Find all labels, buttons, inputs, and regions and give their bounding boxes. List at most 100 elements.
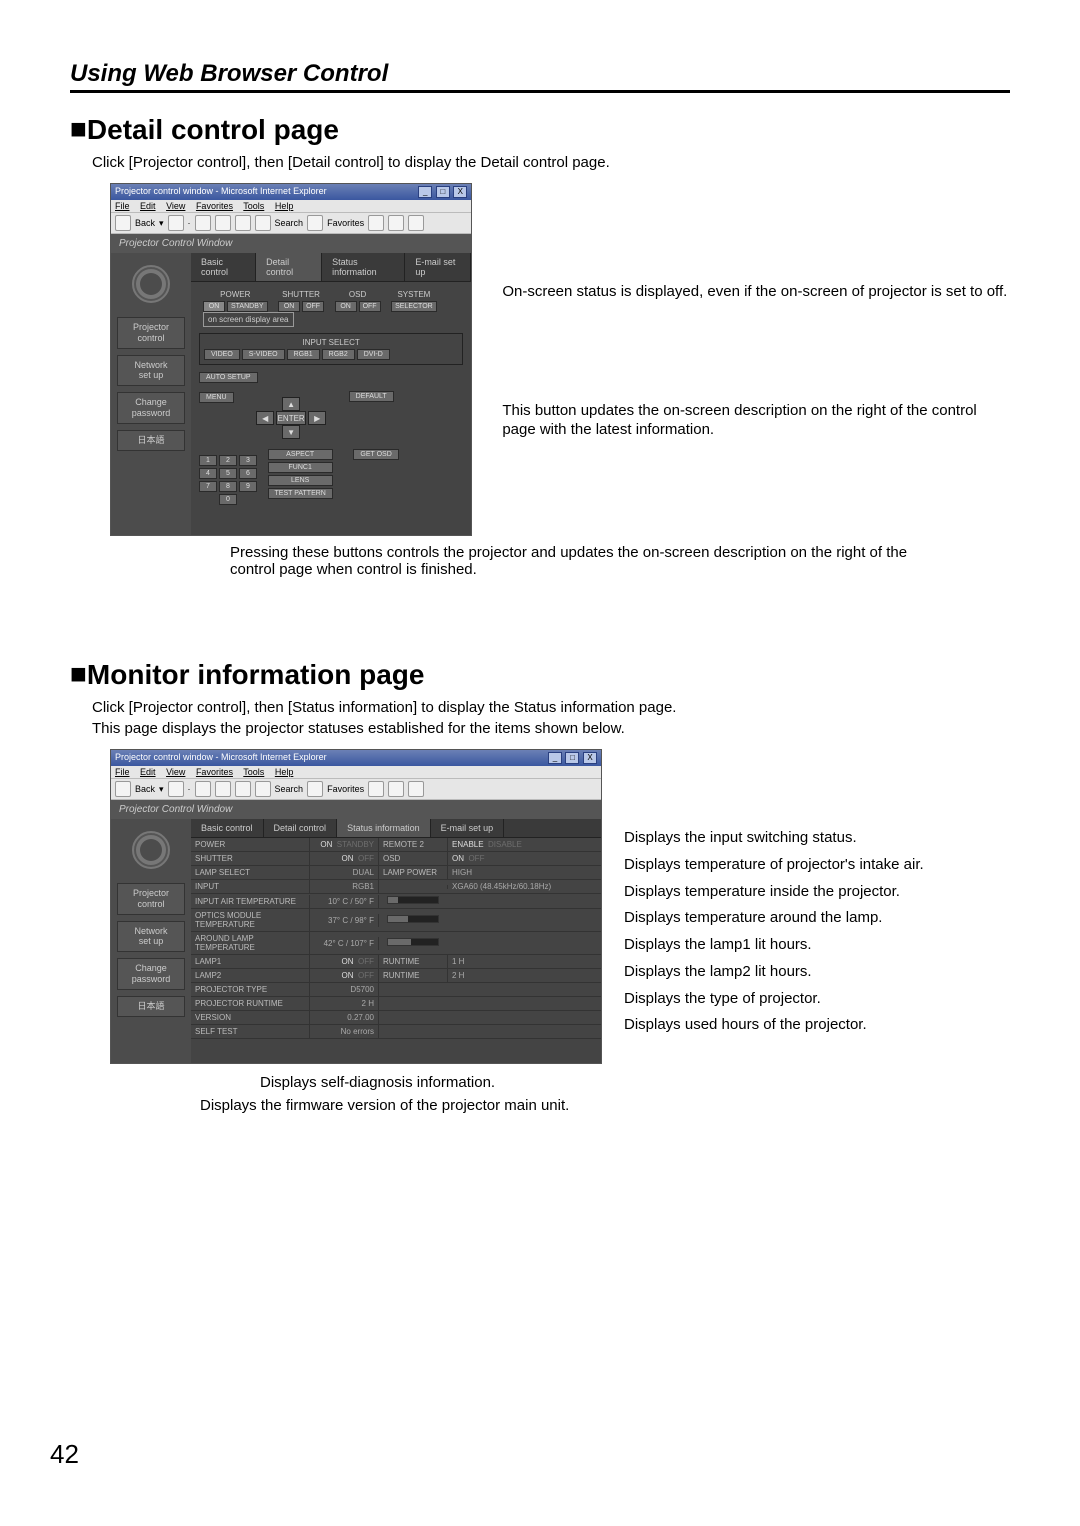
tab-email-setup[interactable]: E-mail set up [405, 253, 471, 281]
maximize-icon[interactable]: □ [436, 186, 450, 198]
back-icon[interactable] [115, 215, 131, 231]
get-osd-button[interactable]: GET OSD [353, 449, 398, 460]
osd-on-button[interactable]: ON [335, 301, 357, 312]
back-icon[interactable] [115, 781, 131, 797]
window-title: Projector control window - Microsoft Int… [115, 186, 327, 198]
favorites-icon[interactable] [307, 781, 323, 797]
menu-view[interactable]: View [166, 201, 185, 211]
shutter-off-button[interactable]: OFF [302, 301, 324, 312]
bullet-icon: ■ [70, 113, 87, 145]
num-0-button[interactable]: 0 [219, 494, 237, 505]
tab-basic-control[interactable]: Basic control [191, 253, 256, 281]
sidebar-item-japanese[interactable]: 日本語 [117, 996, 185, 1017]
input-rgb2-button[interactable]: RGB2 [322, 349, 355, 360]
auto-setup-button[interactable]: AUTO SETUP [199, 372, 258, 383]
tab-status-information[interactable]: Status information [322, 253, 405, 281]
menu-button[interactable]: MENU [199, 392, 234, 403]
input-svideo-button[interactable]: S-VIDEO [242, 349, 285, 360]
num-5-button[interactable]: 5 [219, 468, 237, 479]
minimize-icon[interactable]: _ [548, 752, 562, 764]
num-1-button[interactable]: 1 [199, 455, 217, 466]
app-title-bar: Projector Control Window [111, 800, 601, 819]
power-on-button[interactable]: ON [203, 301, 225, 312]
status-label: OPTICS MODULE TEMPERATURE [191, 909, 310, 931]
menu-help[interactable]: Help [275, 201, 294, 211]
refresh-icon[interactable] [215, 215, 231, 231]
search-icon[interactable] [255, 215, 271, 231]
menu-help[interactable]: Help [275, 767, 294, 777]
enter-button[interactable]: ENTER [276, 411, 306, 425]
mail-icon[interactable] [388, 781, 404, 797]
menu-file[interactable]: File [115, 201, 130, 211]
minimize-icon[interactable]: _ [418, 186, 432, 198]
on-screen-display-area: on screen display area [203, 312, 294, 327]
num-7-button[interactable]: 7 [199, 481, 217, 492]
input-rgb1-button[interactable]: RGB1 [287, 349, 320, 360]
print-icon[interactable] [408, 215, 424, 231]
maximize-icon[interactable]: □ [565, 752, 579, 764]
home-icon[interactable] [235, 215, 251, 231]
input-dvid-button[interactable]: DVI-D [357, 349, 390, 360]
history-icon[interactable] [368, 215, 384, 231]
num-9-button[interactable]: 9 [239, 481, 257, 492]
tab-status-information[interactable]: Status information [337, 819, 431, 837]
sidebar-item-network-setup[interactable]: Network set up [117, 355, 185, 387]
menu-tools[interactable]: Tools [243, 201, 264, 211]
home-icon[interactable] [235, 781, 251, 797]
mail-icon[interactable] [388, 215, 404, 231]
menu-file[interactable]: File [115, 767, 130, 777]
stop-icon[interactable] [195, 781, 211, 797]
refresh-icon[interactable] [215, 781, 231, 797]
sidebar-item-projector-control[interactable]: Projector control [117, 317, 185, 349]
favorites-icon[interactable] [307, 215, 323, 231]
sidebar-item-projector-control[interactable]: Projector control [117, 883, 185, 915]
tab-basic-control[interactable]: Basic control [191, 819, 264, 837]
menu-edit[interactable]: Edit [140, 767, 156, 777]
stop-icon[interactable] [195, 215, 211, 231]
num-6-button[interactable]: 6 [239, 468, 257, 479]
arrow-right-button[interactable]: ▶ [308, 411, 326, 425]
shutter-on-button[interactable]: ON [278, 301, 300, 312]
input-video-button[interactable]: VIDEO [204, 349, 240, 360]
tab-email-setup[interactable]: E-mail set up [431, 819, 505, 837]
tab-detail-control[interactable]: Detail control [264, 819, 338, 837]
arrow-up-button[interactable]: ▲ [282, 397, 300, 411]
close-icon[interactable]: X [453, 186, 467, 198]
test-pattern-button[interactable]: TEST PATTERN [268, 488, 333, 499]
window-titlebar: Projector control window - Microsoft Int… [111, 750, 601, 766]
status-value2: 1 H [448, 955, 601, 968]
lens-button[interactable]: LENS [268, 475, 333, 486]
func1-button[interactable]: FUNC1 [268, 462, 333, 473]
caption-firmware-version: Displays the firmware version of the pro… [200, 1097, 1010, 1114]
osd-off-button[interactable]: OFF [359, 301, 381, 312]
arrow-left-button[interactable]: ◀ [256, 411, 274, 425]
arrow-down-button[interactable]: ▼ [282, 425, 300, 439]
num-8-button[interactable]: 8 [219, 481, 237, 492]
close-icon[interactable]: X [583, 752, 597, 764]
history-icon[interactable] [368, 781, 384, 797]
num-3-button[interactable]: 3 [239, 455, 257, 466]
power-standby-button[interactable]: STANDBY [227, 301, 268, 312]
menu-favorites[interactable]: Favorites [196, 201, 233, 211]
forward-icon[interactable] [168, 215, 184, 231]
num-4-button[interactable]: 4 [199, 468, 217, 479]
forward-icon[interactable] [168, 781, 184, 797]
default-button[interactable]: DEFAULT [349, 391, 394, 402]
menu-view[interactable]: View [166, 767, 185, 777]
sidebar-item-japanese[interactable]: 日本語 [117, 430, 185, 451]
status-value: ON STANDBY [310, 838, 379, 851]
status-row: AROUND LAMP TEMPERATURE42° C / 107° F [191, 932, 601, 955]
callout-inside-temp: Displays temperature inside the projecto… [624, 883, 924, 902]
aspect-button[interactable]: ASPECT [268, 449, 333, 460]
menu-favorites[interactable]: Favorites [196, 767, 233, 777]
sidebar-item-change-password[interactable]: Change password [117, 392, 185, 424]
search-icon[interactable] [255, 781, 271, 797]
sidebar-item-change-password[interactable]: Change password [117, 958, 185, 990]
menu-edit[interactable]: Edit [140, 201, 156, 211]
selector-button[interactable]: SELECTOR [391, 301, 437, 312]
num-2-button[interactable]: 2 [219, 455, 237, 466]
sidebar-item-network-setup[interactable]: Network set up [117, 921, 185, 953]
tab-detail-control[interactable]: Detail control [256, 253, 322, 281]
menu-tools[interactable]: Tools [243, 767, 264, 777]
print-icon[interactable] [408, 781, 424, 797]
